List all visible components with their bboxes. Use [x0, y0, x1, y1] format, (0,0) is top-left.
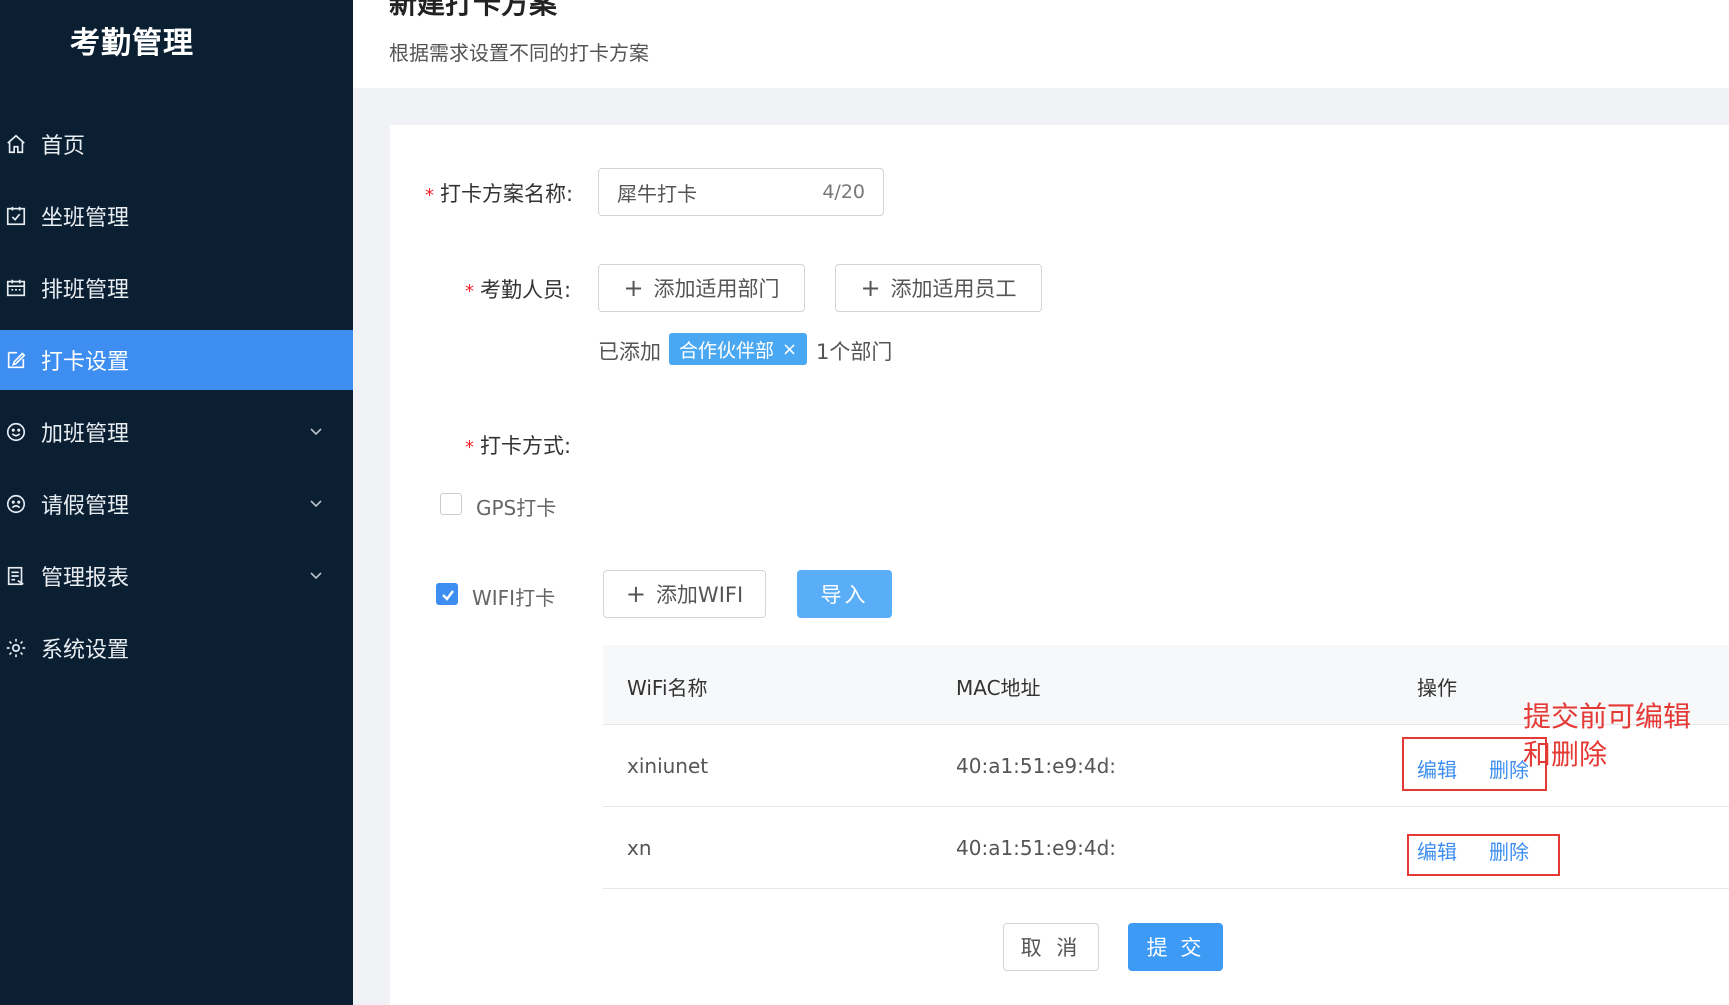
- gps-checkbox-label: GPS打卡: [476, 496, 557, 520]
- report-icon: [5, 565, 27, 587]
- sidebar-item-reports[interactable]: 管理报表: [0, 546, 353, 606]
- add-employee-button[interactable]: + 添加适用员工: [835, 264, 1042, 312]
- department-tag-label: 合作伙伴部: [679, 339, 775, 362]
- plan-name-value: 犀牛打卡: [617, 181, 697, 206]
- edit-icon: [5, 349, 27, 371]
- required-mark: *: [465, 281, 474, 302]
- mac-cell: 40:a1:51:e9:4d:: [956, 836, 1117, 860]
- add-wifi-button[interactable]: + 添加WIFI: [603, 570, 766, 618]
- sidebar-item-home[interactable]: 首页: [0, 114, 353, 174]
- sidebar-item-label: 坐班管理: [41, 206, 130, 231]
- sidebar-item-scheduling[interactable]: 排班管理: [0, 258, 353, 318]
- required-mark: *: [465, 437, 474, 458]
- sidebar: 考勤管理 首页 坐班管理 排班管理 打卡设置 加班管理 请假管理 管理报表 系统…: [0, 0, 353, 1005]
- column-header-mac: MAC地址: [956, 676, 1041, 700]
- chevron-down-icon: [310, 500, 322, 508]
- plan-name-input[interactable]: 犀牛打卡 4/20: [598, 168, 884, 216]
- plus-icon: +: [860, 274, 881, 302]
- added-prefix-text: 已添加: [598, 340, 661, 364]
- sidebar-item-clock-settings[interactable]: 打卡设置: [0, 330, 353, 390]
- submit-button[interactable]: 提 交: [1128, 923, 1223, 971]
- close-icon[interactable]: ×: [782, 339, 797, 360]
- sidebar-item-label: 首页: [41, 134, 86, 159]
- sidebar-item-leave[interactable]: 请假管理: [0, 474, 353, 534]
- page-header: 新建打卡方案 根据需求设置不同的打卡方案: [353, 0, 1729, 88]
- char-counter: 4/20: [822, 181, 865, 203]
- import-button[interactable]: 导入: [797, 570, 892, 618]
- sidebar-item-label: 请假管理: [41, 494, 130, 519]
- sidebar-item-label: 加班管理: [41, 422, 130, 447]
- column-header-wifi-name: WiFi名称: [627, 676, 708, 700]
- column-header-actions: 操作: [1417, 676, 1457, 700]
- smile-icon: [5, 421, 27, 443]
- staff-field-label: * 考勤人员:: [465, 278, 572, 302]
- annotation-text: 提交前可编辑 和删除: [1523, 700, 1692, 771]
- sidebar-item-label: 管理报表: [41, 566, 130, 591]
- added-count-text: 1个部门: [816, 340, 893, 364]
- annotation-box: [1407, 834, 1560, 876]
- sidebar-item-attendance[interactable]: 坐班管理: [0, 186, 353, 246]
- department-tag: 合作伙伴部 ×: [669, 333, 808, 365]
- sidebar-item-label: 打卡设置: [41, 350, 130, 375]
- wifi-checkbox[interactable]: [436, 583, 458, 605]
- check-icon: [442, 590, 454, 601]
- plus-icon: +: [625, 580, 646, 608]
- required-mark: *: [425, 185, 434, 206]
- gps-checkbox[interactable]: [440, 493, 462, 515]
- name-field-label: * 打卡方案名称:: [425, 182, 574, 206]
- plus-icon: +: [623, 274, 644, 302]
- sidebar-item-label: 系统设置: [41, 638, 130, 663]
- chevron-down-icon: [310, 428, 322, 436]
- calendar-icon: [5, 277, 27, 299]
- add-department-button[interactable]: + 添加适用部门: [598, 264, 805, 312]
- sidebar-item-overtime[interactable]: 加班管理: [0, 402, 353, 462]
- gear-icon: [5, 637, 27, 659]
- cancel-button[interactable]: 取 消: [1003, 923, 1099, 971]
- page-subtitle: 根据需求设置不同的打卡方案: [389, 41, 649, 65]
- calendar-check-icon: [5, 205, 27, 227]
- table-row: xn 40:a1:51:e9:4d: 编辑 删除: [603, 808, 1729, 889]
- method-field-label: * 打卡方式:: [465, 434, 572, 458]
- wifi-checkbox-label: WIFI打卡: [472, 586, 556, 610]
- wifi-name-cell: xn: [627, 836, 652, 860]
- sidebar-item-label: 排班管理: [41, 278, 130, 303]
- sidebar-item-system-settings[interactable]: 系统设置: [0, 618, 353, 678]
- wifi-name-cell: xiniunet: [627, 754, 709, 778]
- home-icon: [5, 133, 27, 155]
- frown-icon: [5, 493, 27, 515]
- chevron-down-icon: [310, 572, 322, 580]
- mac-cell: 40:a1:51:e9:4d:: [956, 754, 1117, 778]
- page-title: 新建打卡方案: [389, 0, 558, 20]
- app-brand: 考勤管理: [70, 26, 194, 61]
